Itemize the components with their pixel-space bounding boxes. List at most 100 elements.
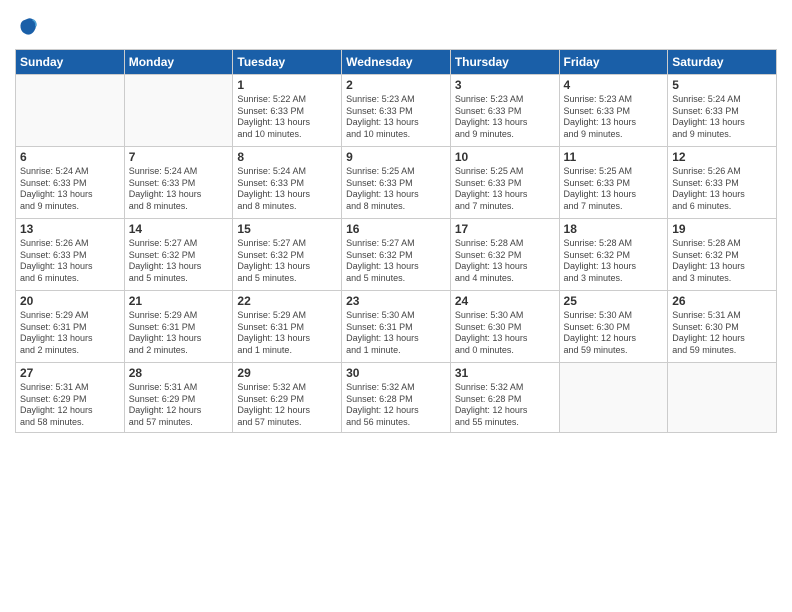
day-number: 8: [237, 150, 337, 164]
weekday-header-thursday: Thursday: [450, 50, 559, 75]
day-number: 28: [129, 366, 229, 380]
logo-icon: [15, 15, 39, 39]
day-number: 14: [129, 222, 229, 236]
weekday-header-saturday: Saturday: [668, 50, 777, 75]
day-info: Sunrise: 5:24 AMSunset: 6:33 PMDaylight:…: [237, 166, 337, 213]
day-info: Sunrise: 5:32 AMSunset: 6:29 PMDaylight:…: [237, 382, 337, 429]
day-info: Sunrise: 5:28 AMSunset: 6:32 PMDaylight:…: [564, 238, 664, 285]
day-info: Sunrise: 5:28 AMSunset: 6:32 PMDaylight:…: [455, 238, 555, 285]
calendar-cell: 17 Sunrise: 5:28 AMSunset: 6:32 PMDayligh…: [450, 219, 559, 291]
day-info: Sunrise: 5:29 AMSunset: 6:31 PMDaylight:…: [20, 310, 120, 357]
calendar-cell: 12Sunrise: 5:26 AMSunset: 6:33 PMDayligh…: [668, 147, 777, 219]
calendar-cell: 22Sunrise: 5:29 AMSunset: 6:31 PMDayligh…: [233, 291, 342, 363]
weekday-header-wednesday: Wednesday: [342, 50, 451, 75]
day-number: 7: [129, 150, 229, 164]
calendar-cell: [559, 363, 668, 433]
day-info: Sunrise: 5:23 AMSunset: 6:33 PMDaylight:…: [564, 94, 664, 141]
day-info: Sunrise: 5:30 AMSunset: 6:30 PMDaylight:…: [455, 310, 555, 357]
calendar-cell: 29Sunrise: 5:32 AMSunset: 6:29 PMDayligh…: [233, 363, 342, 433]
day-info: Sunrise: 5:25 AMSunset: 6:33 PMDaylight:…: [455, 166, 555, 213]
calendar-cell: 19 Sunrise: 5:28 AMSunset: 6:32 PMDayligh…: [668, 219, 777, 291]
day-number: 23: [346, 294, 446, 308]
day-info: Sunrise: 5:27 AMSunset: 6:32 PMDaylight:…: [237, 238, 337, 285]
day-info: Sunrise: 5:30 AMSunset: 6:31 PMDaylight:…: [346, 310, 446, 357]
calendar-cell: 21 Sunrise: 5:29 AMSunset: 6:31 PMDayligh…: [124, 291, 233, 363]
day-info: Sunrise: 5:25 AMSunset: 6:33 PMDaylight:…: [346, 166, 446, 213]
header: [15, 15, 777, 39]
calendar-cell: [668, 363, 777, 433]
day-number: 13: [20, 222, 120, 236]
calendar-cell: [16, 75, 125, 147]
day-number: 22: [237, 294, 337, 308]
calendar-cell: 3 Sunrise: 5:23 AMSunset: 6:33 PMDaylight…: [450, 75, 559, 147]
day-info: Sunrise: 5:32 AMSunset: 6:28 PMDaylight:…: [455, 382, 555, 429]
day-number: 16: [346, 222, 446, 236]
day-number: 25: [564, 294, 664, 308]
day-info: Sunrise: 5:24 AMSunset: 6:33 PMDaylight:…: [20, 166, 120, 213]
weekday-header-sunday: Sunday: [16, 50, 125, 75]
day-info: Sunrise: 5:31 AMSunset: 6:29 PMDaylight:…: [129, 382, 229, 429]
calendar-cell: 8 Sunrise: 5:24 AMSunset: 6:33 PMDaylight…: [233, 147, 342, 219]
weekday-header-tuesday: Tuesday: [233, 50, 342, 75]
calendar-cell: [124, 75, 233, 147]
calendar-cell: 5Sunrise: 5:24 AMSunset: 6:33 PMDaylight…: [668, 75, 777, 147]
day-number: 15: [237, 222, 337, 236]
page: SundayMondayTuesdayWednesdayThursdayFrid…: [0, 0, 792, 612]
day-number: 31: [455, 366, 555, 380]
day-info: Sunrise: 5:25 AMSunset: 6:33 PMDaylight:…: [564, 166, 664, 213]
day-info: Sunrise: 5:27 AMSunset: 6:32 PMDaylight:…: [346, 238, 446, 285]
calendar-cell: 4 Sunrise: 5:23 AMSunset: 6:33 PMDaylight…: [559, 75, 668, 147]
calendar-cell: 10 Sunrise: 5:25 AMSunset: 6:33 PMDayligh…: [450, 147, 559, 219]
calendar-week-3: 13 Sunrise: 5:26 AMSunset: 6:33 PMDayligh…: [16, 219, 777, 291]
calendar-cell: 1Sunrise: 5:22 AMSunset: 6:33 PMDaylight…: [233, 75, 342, 147]
day-number: 21: [129, 294, 229, 308]
day-info: Sunrise: 5:23 AMSunset: 6:33 PMDaylight:…: [455, 94, 555, 141]
day-info: Sunrise: 5:32 AMSunset: 6:28 PMDaylight:…: [346, 382, 446, 429]
day-number: 18: [564, 222, 664, 236]
weekday-header-monday: Monday: [124, 50, 233, 75]
day-number: 10: [455, 150, 555, 164]
day-number: 4: [564, 78, 664, 92]
day-number: 9: [346, 150, 446, 164]
calendar-table: SundayMondayTuesdayWednesdayThursdayFrid…: [15, 49, 777, 433]
day-number: 24: [455, 294, 555, 308]
day-number: 1: [237, 78, 337, 92]
day-info: Sunrise: 5:28 AMSunset: 6:32 PMDaylight:…: [672, 238, 772, 285]
calendar-cell: 24 Sunrise: 5:30 AMSunset: 6:30 PMDayligh…: [450, 291, 559, 363]
day-number: 2: [346, 78, 446, 92]
calendar-cell: 27 Sunrise: 5:31 AMSunset: 6:29 PMDayligh…: [16, 363, 125, 433]
day-number: 20: [20, 294, 120, 308]
calendar-cell: 15 Sunrise: 5:27 AMSunset: 6:32 PMDayligh…: [233, 219, 342, 291]
calendar-cell: 14 Sunrise: 5:27 AMSunset: 6:32 PMDayligh…: [124, 219, 233, 291]
calendar-cell: 11Sunrise: 5:25 AMSunset: 6:33 PMDayligh…: [559, 147, 668, 219]
day-number: 30: [346, 366, 446, 380]
day-info: Sunrise: 5:26 AMSunset: 6:33 PMDaylight:…: [20, 238, 120, 285]
calendar-cell: 31 Sunrise: 5:32 AMSunset: 6:28 PMDayligh…: [450, 363, 559, 433]
day-info: Sunrise: 5:23 AMSunset: 6:33 PMDaylight:…: [346, 94, 446, 141]
weekday-header-friday: Friday: [559, 50, 668, 75]
calendar-cell: 6 Sunrise: 5:24 AMSunset: 6:33 PMDaylight…: [16, 147, 125, 219]
calendar-week-4: 20 Sunrise: 5:29 AMSunset: 6:31 PMDayligh…: [16, 291, 777, 363]
calendar-cell: 9 Sunrise: 5:25 AMSunset: 6:33 PMDaylight…: [342, 147, 451, 219]
weekday-header-row: SundayMondayTuesdayWednesdayThursdayFrid…: [16, 50, 777, 75]
day-info: Sunrise: 5:29 AMSunset: 6:31 PMDaylight:…: [129, 310, 229, 357]
day-info: Sunrise: 5:31 AMSunset: 6:29 PMDaylight:…: [20, 382, 120, 429]
calendar-cell: 30 Sunrise: 5:32 AMSunset: 6:28 PMDayligh…: [342, 363, 451, 433]
day-info: Sunrise: 5:26 AMSunset: 6:33 PMDaylight:…: [672, 166, 772, 213]
day-info: Sunrise: 5:27 AMSunset: 6:32 PMDaylight:…: [129, 238, 229, 285]
day-number: 19: [672, 222, 772, 236]
calendar-cell: 16 Sunrise: 5:27 AMSunset: 6:32 PMDayligh…: [342, 219, 451, 291]
day-info: Sunrise: 5:30 AMSunset: 6:30 PMDaylight:…: [564, 310, 664, 357]
calendar-cell: 20 Sunrise: 5:29 AMSunset: 6:31 PMDayligh…: [16, 291, 125, 363]
day-number: 26: [672, 294, 772, 308]
day-info: Sunrise: 5:31 AMSunset: 6:30 PMDaylight:…: [672, 310, 772, 357]
calendar-cell: 2 Sunrise: 5:23 AMSunset: 6:33 PMDaylight…: [342, 75, 451, 147]
day-number: 27: [20, 366, 120, 380]
calendar-cell: 13 Sunrise: 5:26 AMSunset: 6:33 PMDayligh…: [16, 219, 125, 291]
day-number: 6: [20, 150, 120, 164]
day-number: 3: [455, 78, 555, 92]
calendar-cell: 28 Sunrise: 5:31 AMSunset: 6:29 PMDayligh…: [124, 363, 233, 433]
day-number: 17: [455, 222, 555, 236]
calendar-cell: 23 Sunrise: 5:30 AMSunset: 6:31 PMDayligh…: [342, 291, 451, 363]
day-info: Sunrise: 5:24 AMSunset: 6:33 PMDaylight:…: [672, 94, 772, 141]
